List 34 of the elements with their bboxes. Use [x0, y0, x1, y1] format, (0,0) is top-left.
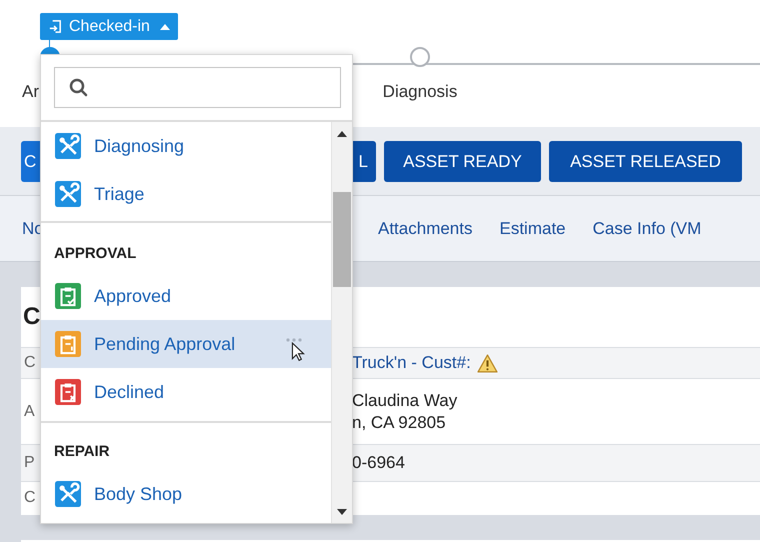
menu-item[interactable]: Approved [41, 272, 331, 320]
group-heading: APPROVAL [53, 244, 138, 264]
search-icon [69, 78, 89, 98]
group-heading: REPAIR [53, 442, 111, 462]
card-title: C [23, 302, 40, 332]
tab[interactable]: Case Info (VM [592, 216, 702, 242]
menu-item[interactable]: Declined [41, 368, 331, 416]
scroll-down-icon [337, 509, 347, 515]
menu-item[interactable]: Body Shop [41, 470, 331, 518]
step-label: Ar [22, 81, 39, 103]
field-label: C [24, 353, 36, 373]
customer-link[interactable]: Truck'n - Cust#: [352, 350, 471, 376]
scrollbar[interactable] [331, 122, 352, 523]
action-button[interactable]: ASSET RELEASED [549, 141, 742, 182]
step-label: Diagnosis [382, 81, 458, 103]
field-label: A [24, 402, 35, 422]
menu-item[interactable]: Triage [41, 170, 331, 218]
scroll-up-icon [337, 131, 347, 137]
scrollbar-thumb[interactable] [333, 192, 351, 287]
warning-icon [476, 354, 498, 372]
cursor-icon [291, 342, 305, 362]
menu-item[interactable]: Diagnosing [41, 122, 331, 170]
field-label: P [24, 453, 35, 473]
check-in-icon [48, 19, 63, 34]
action-button[interactable]: ASSET READY [384, 141, 541, 182]
field-label: C [24, 488, 36, 508]
search-field[interactable] [54, 67, 341, 108]
field-value: n, CA 92805 [352, 412, 447, 434]
menu-item[interactable]: Pending Approval [41, 320, 331, 368]
more-icon [286, 338, 302, 342]
field-value: 0-6964 [352, 452, 405, 474]
tab[interactable]: Attachments [378, 216, 472, 242]
tab[interactable]: Estimate [500, 216, 566, 242]
field-value: Claudina Way [352, 390, 458, 412]
